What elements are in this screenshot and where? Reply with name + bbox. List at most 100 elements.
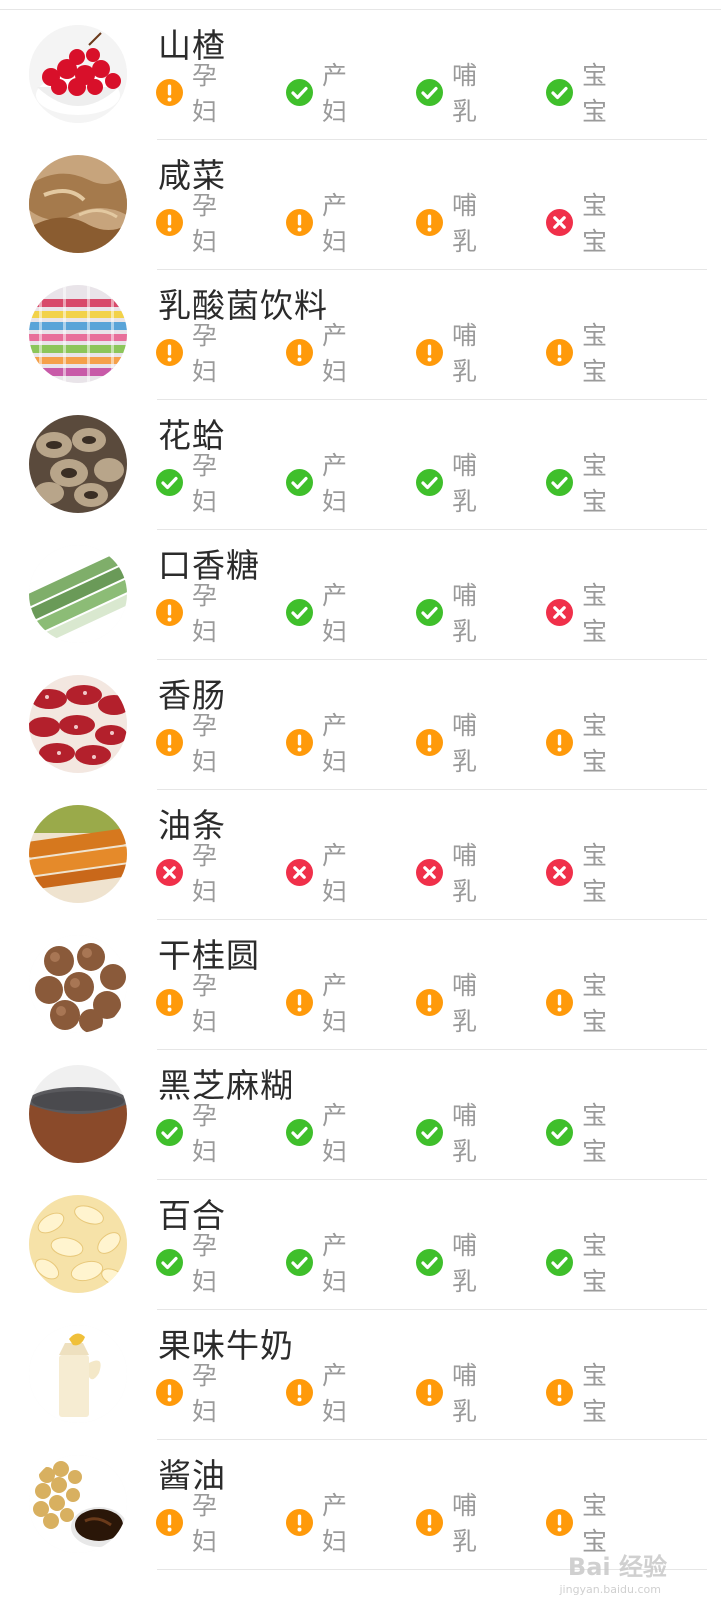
- tag-label: 宝宝: [582, 841, 609, 906]
- check-circle-icon: [416, 468, 443, 496]
- exclamation-circle-icon: [286, 1508, 313, 1536]
- exclamation-circle-icon: [416, 208, 443, 236]
- tag-label: 孕妇: [192, 1101, 219, 1166]
- suitability-tag: 宝宝: [546, 1101, 608, 1166]
- cross-circle-icon: [416, 858, 443, 886]
- chewing-gum-thumbnail: [29, 545, 127, 643]
- clams-thumbnail: [29, 415, 127, 513]
- suitability-tag: 宝宝: [546, 191, 608, 256]
- suitability-tag: 宝宝: [546, 451, 608, 516]
- exclamation-circle-icon: [156, 338, 183, 366]
- suitability-tag: 哺乳: [416, 1231, 478, 1296]
- check-circle-icon: [416, 1248, 443, 1276]
- food-row[interactable]: 花蛤 孕妇 产妇 哺乳 宝宝: [0, 400, 721, 530]
- check-circle-icon: [546, 1118, 573, 1146]
- tag-label: 宝宝: [582, 451, 609, 516]
- tag-label: 产妇: [322, 61, 349, 126]
- cross-circle-icon: [156, 858, 183, 886]
- tag-label: 孕妇: [192, 841, 219, 906]
- watermark-url: jingyan.baidu.com: [559, 1583, 661, 1596]
- exclamation-circle-icon: [546, 1508, 573, 1536]
- suitability-tag: 哺乳: [416, 321, 478, 386]
- tag-label: 哺乳: [452, 1231, 479, 1296]
- check-circle-icon: [416, 1118, 443, 1146]
- suitability-tag: 宝宝: [546, 841, 608, 906]
- suitability-tag: 产妇: [286, 321, 348, 386]
- dried-longan-thumbnail: [29, 935, 127, 1033]
- suitability-tag: 产妇: [286, 581, 348, 646]
- yogurt-drink-shelf-thumbnail: [29, 285, 127, 383]
- food-row[interactable]: 香肠 孕妇 产妇 哺乳 宝宝: [0, 660, 721, 790]
- tag-label: 宝宝: [582, 1361, 609, 1426]
- tag-label: 孕妇: [192, 1231, 219, 1296]
- tag-label: 产妇: [322, 1361, 349, 1426]
- suitability-tag: 宝宝: [546, 971, 608, 1036]
- food-name: 果味牛奶: [158, 1326, 294, 1365]
- suitability-tag: 哺乳: [416, 581, 478, 646]
- suitability-tag: 孕妇: [156, 321, 218, 386]
- suitability-tag: 孕妇: [156, 1231, 218, 1296]
- tag-label: 孕妇: [192, 581, 219, 646]
- tag-label: 孕妇: [192, 451, 219, 516]
- suitability-tag: 孕妇: [156, 451, 218, 516]
- check-circle-icon: [546, 1248, 573, 1276]
- check-circle-icon: [416, 78, 443, 106]
- food-name: 乳酸菌饮料: [158, 286, 328, 325]
- food-row[interactable]: 乳酸菌饮料 孕妇 产妇 哺乳 宝宝: [0, 270, 721, 400]
- tag-label: 哺乳: [452, 451, 479, 516]
- check-circle-icon: [156, 1248, 183, 1276]
- tag-label: 宝宝: [582, 321, 609, 386]
- suitability-tag: 宝宝: [546, 1491, 608, 1556]
- tag-label: 产妇: [322, 1491, 349, 1556]
- check-circle-icon: [156, 1118, 183, 1146]
- food-row[interactable]: 山楂 孕妇 产妇 哺乳 宝宝: [0, 10, 721, 140]
- exclamation-circle-icon: [416, 1378, 443, 1406]
- check-circle-icon: [286, 78, 313, 106]
- exclamation-circle-icon: [546, 988, 573, 1016]
- tag-label: 产妇: [322, 971, 349, 1036]
- exclamation-circle-icon: [546, 728, 573, 756]
- check-circle-icon: [156, 468, 183, 496]
- suitability-tag: 产妇: [286, 1231, 348, 1296]
- tag-label: 孕妇: [192, 61, 219, 126]
- suitability-tag: 哺乳: [416, 841, 478, 906]
- exclamation-circle-icon: [416, 338, 443, 366]
- tag-label: 孕妇: [192, 971, 219, 1036]
- exclamation-circle-icon: [416, 728, 443, 756]
- suitability-tag: 产妇: [286, 1491, 348, 1556]
- tag-label: 哺乳: [452, 971, 479, 1036]
- exclamation-circle-icon: [156, 728, 183, 756]
- exclamation-circle-icon: [416, 1508, 443, 1536]
- cross-circle-icon: [546, 598, 573, 626]
- suitability-tag: 哺乳: [416, 451, 478, 516]
- tag-label: 宝宝: [582, 581, 609, 646]
- suitability-tag: 产妇: [286, 971, 348, 1036]
- suitability-tag: 哺乳: [416, 61, 478, 126]
- suitability-tag: 孕妇: [156, 581, 218, 646]
- exclamation-circle-icon: [156, 598, 183, 626]
- exclamation-circle-icon: [156, 1508, 183, 1536]
- tag-label: 产妇: [322, 191, 349, 256]
- food-row[interactable]: 果味牛奶 孕妇 产妇 哺乳 宝宝: [0, 1310, 721, 1440]
- food-row[interactable]: 黑芝麻糊 孕妇 产妇 哺乳 宝宝: [0, 1050, 721, 1180]
- suitability-tag: 宝宝: [546, 61, 608, 126]
- soy-sauce-thumbnail: [29, 1455, 127, 1553]
- exclamation-circle-icon: [546, 1378, 573, 1406]
- tag-label: 孕妇: [192, 711, 219, 776]
- food-row[interactable]: 油条 孕妇 产妇 哺乳 宝宝: [0, 790, 721, 920]
- tag-label: 宝宝: [582, 191, 609, 256]
- exclamation-circle-icon: [156, 988, 183, 1016]
- suitability-tag: 宝宝: [546, 711, 608, 776]
- exclamation-circle-icon: [286, 988, 313, 1016]
- suitability-tag: 孕妇: [156, 711, 218, 776]
- tag-label: 哺乳: [452, 1491, 479, 1556]
- suitability-tag: 孕妇: [156, 1361, 218, 1426]
- tag-label: 哺乳: [452, 711, 479, 776]
- tag-label: 哺乳: [452, 61, 479, 126]
- food-row[interactable]: 百合 孕妇 产妇 哺乳 宝宝: [0, 1180, 721, 1310]
- food-row[interactable]: 咸菜 孕妇 产妇 哺乳 宝宝: [0, 140, 721, 270]
- food-row[interactable]: 口香糖 孕妇 产妇 哺乳 宝宝: [0, 530, 721, 660]
- food-row[interactable]: 干桂圆 孕妇 产妇 哺乳 宝宝: [0, 920, 721, 1050]
- suitability-tag: 孕妇: [156, 841, 218, 906]
- suitability-tag: 产妇: [286, 1361, 348, 1426]
